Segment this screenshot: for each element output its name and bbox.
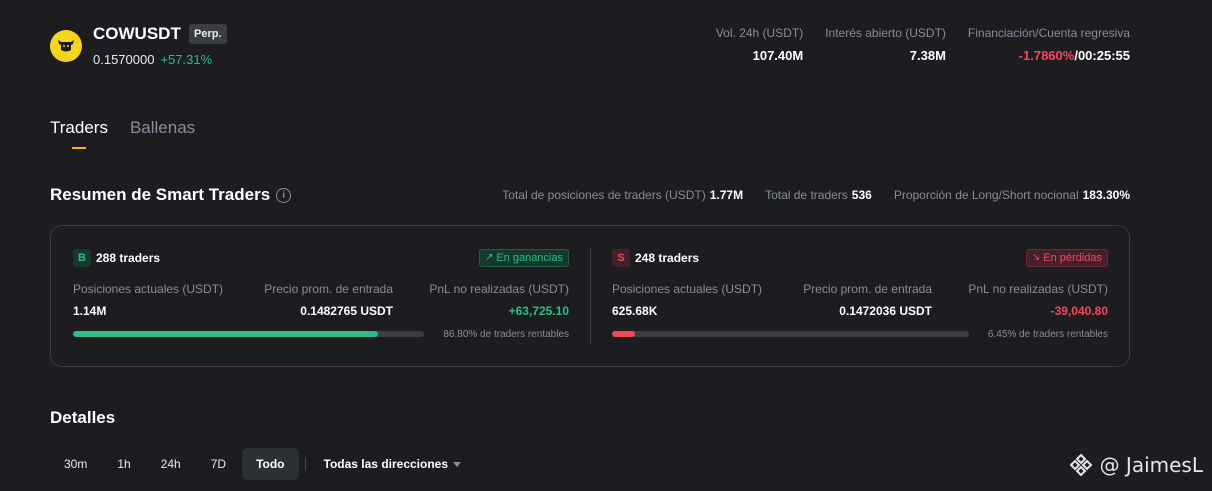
long-profit-bar-fill — [73, 331, 378, 337]
trend-down-icon: ↘ — [1031, 252, 1041, 263]
metric-label: PnL no realizadas (USDT) — [968, 282, 1108, 296]
stat-value: 7.38M — [909, 48, 946, 63]
metric-value: 0.1482765 USDT — [300, 304, 393, 318]
time-filter-bar: 30m 1h 24h 7D Todo Todas las direcciones — [50, 448, 462, 480]
metric-label: Precio prom. de entrada — [803, 282, 932, 296]
trend-up-icon: ↗ — [484, 252, 494, 263]
in-loss-tag: ↘ En pérdidas — [1025, 249, 1108, 267]
tab-bar: Traders Ballenas — [50, 118, 217, 149]
long-profit-bar — [73, 331, 424, 337]
summary-long-short-ratio: Proporción de Long/Short nocional 183.30% — [894, 188, 1130, 202]
stat-volume: Vol. 24h (USDT) 107.40M — [716, 26, 803, 63]
summary-stat-value: 183.30% — [1082, 188, 1130, 202]
metric-label: PnL no realizadas (USDT) — [429, 282, 569, 296]
info-icon[interactable]: i — [276, 187, 292, 203]
short-profit-bar-row: 6.45% de traders rentables — [612, 328, 1108, 340]
market-stats: Vol. 24h (USDT) 107.40M Interés abierto … — [694, 26, 1130, 63]
price-line: 0.1570000 +57.31% — [93, 52, 212, 67]
long-entry-price: Precio prom. de entrada 0.1482765 USDT — [73, 282, 393, 318]
short-side-header: S 248 traders — [612, 249, 699, 267]
stat-label: Vol. 24h (USDT) — [715, 26, 804, 40]
funding-rate: -1.7860% — [1018, 48, 1075, 63]
short-profitable-text: 6.45% de traders rentables — [987, 328, 1108, 340]
tag-label: En ganancias — [496, 252, 563, 264]
stat-label: Interés abierto (USDT) — [825, 26, 946, 40]
in-profit-tag: ↗ En ganancias — [478, 249, 569, 267]
details-title: Detalles — [50, 408, 116, 427]
smart-traders-card: B 288 traders ↗ En ganancias Posiciones a… — [50, 225, 1130, 367]
summary-total-traders: Total de traders 536 — [765, 188, 872, 202]
direction-label: Todas las direcciones — [323, 457, 449, 471]
summary-stat-label: Total de posiciones de traders (USDT) — [502, 188, 706, 202]
symbol-title: COWUSDT — [93, 24, 181, 43]
binance-logo-icon — [1069, 453, 1092, 477]
tag-label: En pérdidas — [1043, 252, 1102, 264]
long-trader-count: 288 traders — [96, 251, 161, 265]
stat-open-interest: Interés abierto (USDT) 7.38M — [825, 26, 946, 63]
short-profit-bar — [612, 331, 969, 337]
caret-down-icon — [453, 461, 462, 467]
long-side-header: B 288 traders — [73, 249, 160, 267]
metric-value: +63,725.10 — [508, 304, 569, 318]
market-header: COWUSDT Perp. 0.1570000 +57.31% Vol. 24h … — [50, 22, 1130, 72]
tab-ballenas[interactable]: Ballenas — [130, 118, 195, 138]
filter-1h[interactable]: 1h — [103, 448, 144, 480]
perp-badge: Perp. — [189, 24, 227, 44]
stat-label: Financiación/Cuenta regresiva — [967, 26, 1130, 40]
stat-funding: Financiación/Cuenta regresiva -1.7860%/0… — [968, 26, 1130, 63]
buy-badge: B — [73, 249, 91, 267]
funding-value: -1.7860%/00:25:55 — [968, 48, 1130, 63]
summary-stat-value: 536 — [851, 188, 872, 202]
filter-todo[interactable]: Todo — [242, 448, 299, 480]
filter-7d[interactable]: 7D — [197, 448, 240, 480]
filter-30m[interactable]: 30m — [50, 448, 101, 480]
price-change: +57.31% — [160, 52, 213, 67]
direction-dropdown[interactable]: Todas las direcciones — [324, 457, 462, 471]
summary-title-text: Resumen de Smart Traders — [50, 185, 271, 204]
long-side-panel: B 288 traders ↗ En ganancias Posiciones a… — [73, 226, 569, 366]
short-trader-count: 248 traders — [635, 251, 700, 265]
last-price: 0.1570000 — [93, 52, 155, 67]
filter-24h[interactable]: 24h — [147, 448, 195, 480]
long-unrealized-pnl: PnL no realizadas (USDT) +63,725.10 — [429, 282, 569, 318]
filter-separator — [304, 457, 306, 471]
metric-value: -39,040.80 — [1050, 304, 1108, 318]
card-divider — [590, 248, 591, 344]
summary-stat-value: 1.77M — [709, 188, 744, 202]
summary-stat-label: Proporción de Long/Short nocional — [893, 188, 1079, 202]
summary-title: Resumen de Smart Traders i — [50, 185, 292, 205]
long-profitable-text: 86.80% de traders rentables — [443, 328, 569, 340]
metric-label: Precio prom. de entrada — [264, 282, 393, 296]
short-unrealized-pnl: PnL no realizadas (USDT) -39,040.80 — [968, 282, 1108, 318]
tab-traders[interactable]: Traders — [50, 118, 108, 149]
watermark: @ JaimesL — [1068, 452, 1203, 478]
funding-countdown: 00:25:55 — [1077, 48, 1130, 63]
summary-stat-label: Total de traders — [765, 188, 848, 202]
watermark-text: @ JaimesL — [1099, 453, 1203, 477]
stat-value: 107.40M — [752, 48, 804, 63]
short-entry-price: Precio prom. de entrada 0.1472036 USDT — [612, 282, 932, 318]
sell-badge: S — [612, 249, 630, 267]
long-profit-bar-row: 86.80% de traders rentables — [73, 328, 569, 340]
summary-total-positions: Total de posiciones de traders (USDT) 1.7… — [502, 188, 743, 202]
short-profit-bar-fill — [612, 331, 636, 337]
cow-coin-icon — [50, 30, 82, 62]
short-side-panel: S 248 traders ↘ En pérdidas Posiciones ac… — [612, 226, 1108, 366]
summary-stats: Total de posiciones de traders (USDT) 1.7… — [480, 188, 1130, 202]
metric-value: 0.1472036 USDT — [839, 304, 932, 318]
